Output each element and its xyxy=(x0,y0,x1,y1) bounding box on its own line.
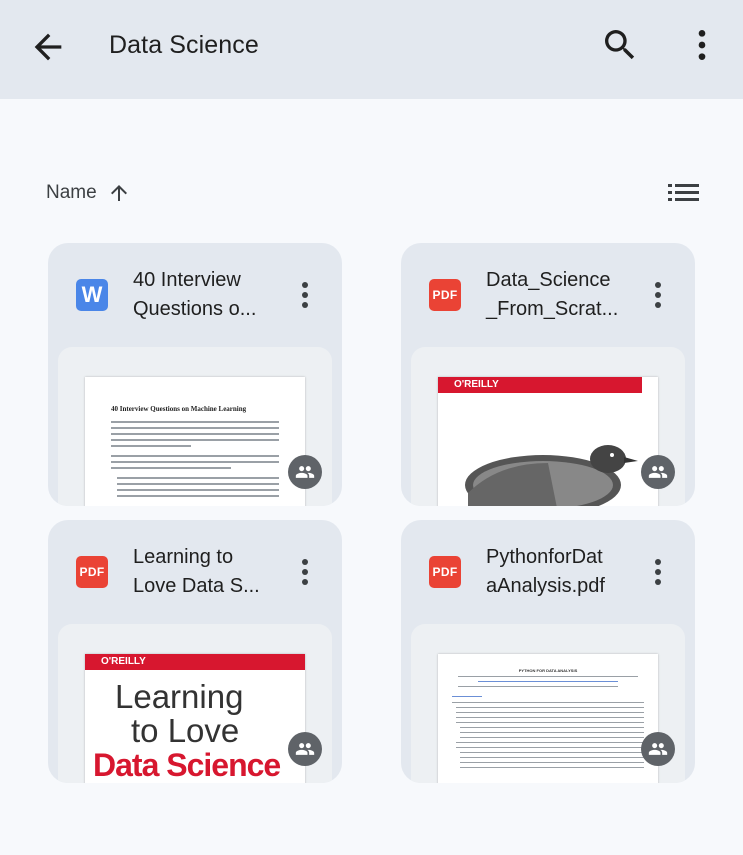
file-card[interactable]: PDF PythonforDat aAnalysis.pdf PYTHON FO… xyxy=(401,520,695,783)
file-card[interactable]: PDF Data_Science _From_Scrat... O'REILLY xyxy=(401,243,695,506)
shared-badge xyxy=(288,732,322,766)
more-vert-icon xyxy=(655,282,661,308)
file-name: Data_Science _From_Scrat... xyxy=(486,269,619,320)
shared-badge xyxy=(641,732,675,766)
file-card[interactable]: PDF Learning to Love Data S... O'REILLY … xyxy=(48,520,342,783)
sort-control[interactable]: Name xyxy=(46,179,131,207)
file-card[interactable]: W 40 Interview Questions o... 40 Intervi… xyxy=(48,243,342,506)
pdf-file-icon: PDF xyxy=(76,556,108,588)
document-preview: 40 Interview Questions on Machine Learni… xyxy=(85,377,305,506)
cover-title-line-2: to Love xyxy=(131,712,240,749)
word-file-icon: W xyxy=(76,279,108,311)
list-view-button[interactable] xyxy=(664,178,702,208)
publisher-logo: O'REILLY xyxy=(101,656,146,667)
file-more-button[interactable] xyxy=(643,275,673,315)
people-icon xyxy=(295,466,315,478)
people-icon xyxy=(295,743,315,755)
book-cover-preview: O'REILLY xyxy=(438,377,658,506)
file-more-button[interactable] xyxy=(290,552,320,592)
more-options-button[interactable] xyxy=(682,25,722,65)
search-icon xyxy=(605,30,635,60)
publisher-logo: O'REILLY xyxy=(454,379,499,390)
file-name: 40 Interview Questions o... xyxy=(133,269,257,320)
shared-badge xyxy=(641,455,675,489)
cover-title-line-3: Data Science xyxy=(93,747,281,783)
thumbnail-heading: 40 Interview Questions on Machine Learni… xyxy=(111,405,247,413)
arrow-back-icon xyxy=(34,33,62,61)
arrow-up-icon xyxy=(110,185,127,201)
bird-illustration xyxy=(465,445,638,506)
cover-title-line-1: Learning xyxy=(115,678,244,715)
file-more-button[interactable] xyxy=(290,275,320,315)
file-name: Learning to Love Data S... xyxy=(133,546,260,597)
more-vert-icon xyxy=(302,282,308,308)
folder-title: Data Science xyxy=(109,31,259,59)
people-icon xyxy=(648,466,668,478)
file-more-button[interactable] xyxy=(643,552,673,592)
more-vert-icon xyxy=(698,30,706,60)
people-icon xyxy=(648,743,668,755)
document-preview: PYTHON FOR DATA ANALYSIS xyxy=(438,654,658,783)
thumbnail-heading: PYTHON FOR DATA ANALYSIS xyxy=(518,668,578,673)
app-bar: Data Science xyxy=(0,0,743,99)
search-button[interactable] xyxy=(600,25,640,65)
shared-badge xyxy=(288,455,322,489)
more-vert-icon xyxy=(302,559,308,585)
more-vert-icon xyxy=(655,559,661,585)
sort-label: Name xyxy=(46,182,97,203)
back-button[interactable] xyxy=(28,27,68,67)
list-view-icon xyxy=(668,184,699,201)
pdf-file-icon: PDF xyxy=(429,279,461,311)
book-cover-preview: O'REILLY Learning to Love Data Science xyxy=(85,654,305,783)
pdf-file-icon: PDF xyxy=(429,556,461,588)
file-name: PythonforDat aAnalysis.pdf xyxy=(486,546,605,597)
